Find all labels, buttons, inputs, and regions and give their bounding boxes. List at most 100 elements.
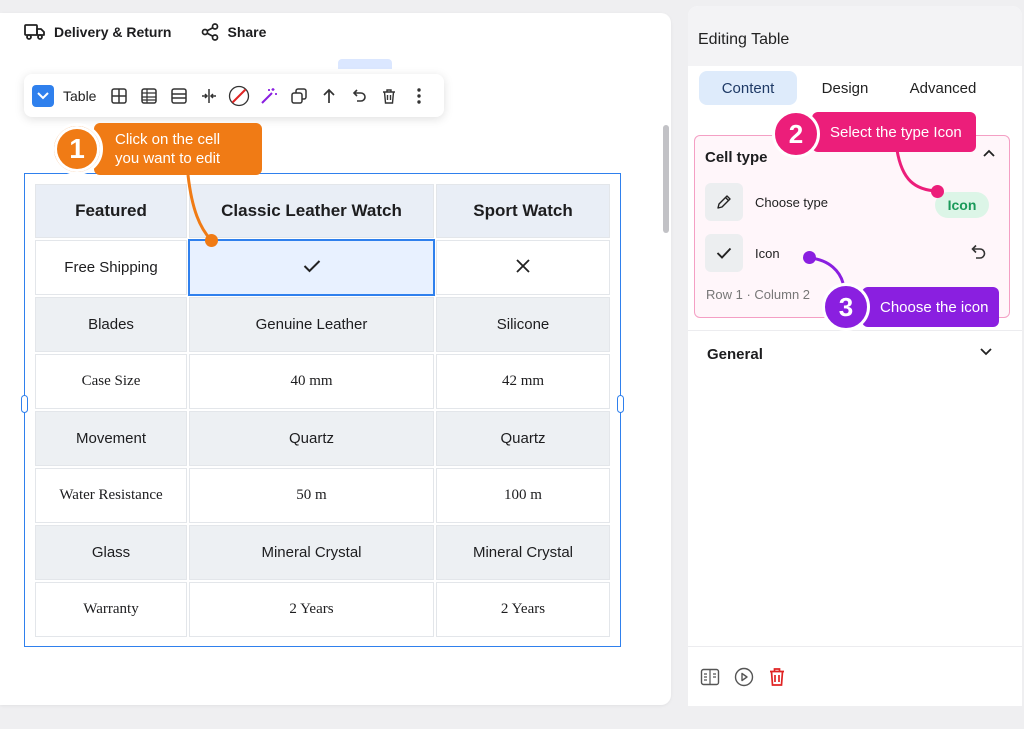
table-grid-icon xyxy=(111,87,128,104)
split-cell-button[interactable] xyxy=(194,81,224,111)
editing-panel: Editing Table Content Design Advanced Ce… xyxy=(688,6,1022,706)
table-cell[interactable]: Mineral Crystal xyxy=(189,525,434,580)
cell-type-header[interactable]: Cell type xyxy=(705,149,768,166)
general-label: General xyxy=(707,346,763,363)
table-row: Warranty 2 Years 2 Years xyxy=(35,582,610,637)
type-value-pill[interactable]: Icon xyxy=(935,192,989,218)
callout-step-3: Choose the icon xyxy=(862,287,999,327)
table-cell[interactable]: Glass xyxy=(35,525,187,580)
comparison-table: Featured Classic Leather Watch Sport Wat… xyxy=(33,182,612,639)
table-select-checkbox[interactable] xyxy=(32,84,54,107)
table-cell[interactable]: Quartz xyxy=(436,411,610,466)
callout-step-1: Click on the cell you want to edit xyxy=(94,123,262,175)
ai-magic-button[interactable] xyxy=(254,81,284,111)
callout-step-2: Select the type Icon xyxy=(812,112,976,152)
panel-title: Editing Table xyxy=(698,31,790,48)
check-icon xyxy=(303,259,320,272)
undo-button[interactable] xyxy=(344,81,374,111)
delete-button[interactable] xyxy=(374,81,404,111)
chevron-up-icon[interactable] xyxy=(983,149,995,157)
callout-3-dot xyxy=(803,251,816,264)
table-cell[interactable]: 2 Years xyxy=(189,582,434,637)
table-cell[interactable]: Warranty xyxy=(35,582,187,637)
table-cell[interactable]: Case Size xyxy=(35,354,187,409)
table-cell[interactable]: 50 m xyxy=(189,468,434,523)
tab-design[interactable]: Design xyxy=(797,71,893,105)
table-row: Glass Mineral Crystal Mineral Crystal xyxy=(35,525,610,580)
choose-type-icon-box xyxy=(705,183,743,221)
panel-footer xyxy=(688,646,1022,706)
header-cell[interactable]: Sport Watch xyxy=(436,184,610,238)
resize-handle-left[interactable] xyxy=(21,395,28,413)
close-icon xyxy=(516,258,530,273)
table-cell[interactable]: Genuine Leather xyxy=(189,297,434,352)
callout-1-dot xyxy=(205,234,218,247)
undo-icon xyxy=(353,88,367,102)
panel-tabs: Content Design Advanced xyxy=(699,71,993,105)
delivery-return-label: Delivery & Return xyxy=(54,24,172,40)
trash-icon[interactable] xyxy=(768,667,786,687)
table-cell[interactable]: 2 Years xyxy=(436,582,610,637)
icon-preview-box[interactable] xyxy=(705,234,743,272)
callout-2-dot xyxy=(931,185,944,198)
duplicate-button[interactable] xyxy=(284,81,314,111)
tab-content[interactable]: Content xyxy=(699,71,797,105)
share-link[interactable]: Share xyxy=(201,23,266,41)
header-cell[interactable]: Classic Leather Watch xyxy=(189,184,434,238)
table-rows-button[interactable] xyxy=(164,81,194,111)
resize-handle-right[interactable] xyxy=(617,395,624,413)
table-cell[interactable]: Mineral Crystal xyxy=(436,525,610,580)
chevron-down-icon xyxy=(37,91,49,99)
header-cell[interactable]: Featured xyxy=(35,184,187,238)
table-header-row: Featured Classic Leather Watch Sport Wat… xyxy=(35,184,610,238)
table-cell[interactable]: 40 mm xyxy=(189,354,434,409)
more-vertical-icon xyxy=(417,87,422,104)
table-row: Free Shipping xyxy=(35,239,610,296)
table-cell[interactable]: Blades xyxy=(35,297,187,352)
share-icon xyxy=(202,23,219,41)
table-cell[interactable]: Quartz xyxy=(189,411,434,466)
table-row: Movement Quartz Quartz xyxy=(35,411,610,466)
icon-row[interactable]: Icon xyxy=(705,233,995,273)
callout-1-line-1: Click on the cell xyxy=(115,131,221,148)
callout-1-line-2: you want to edit xyxy=(115,150,221,167)
table-row: Case Size 40 mm 42 mm xyxy=(35,354,610,409)
icon-label: Icon xyxy=(755,245,780,261)
callout-3-text: Choose the icon xyxy=(880,298,989,316)
check-icon xyxy=(716,247,732,259)
table-grid-button[interactable] xyxy=(104,81,134,111)
play-icon[interactable] xyxy=(734,667,754,687)
arrow-up-icon xyxy=(323,88,336,103)
table-cell[interactable]: 42 mm xyxy=(436,354,610,409)
delivery-return-link[interactable]: Delivery & Return xyxy=(24,23,171,41)
share-label: Share xyxy=(227,24,267,40)
magic-wand-icon xyxy=(261,87,278,104)
table-toolbar: Table xyxy=(24,74,444,117)
clear-style-button[interactable] xyxy=(224,81,254,111)
general-section[interactable]: General xyxy=(688,330,1022,380)
pencil-icon xyxy=(717,195,731,209)
move-up-button[interactable] xyxy=(314,81,344,111)
table-cell[interactable]: Free Shipping xyxy=(35,240,187,295)
table-rows-icon xyxy=(171,87,188,104)
callout-2-text: Select the type Icon xyxy=(830,123,962,141)
scrollbar-thumb[interactable] xyxy=(663,125,669,233)
table-cell[interactable]: 100 m xyxy=(436,468,610,523)
step-2-badge: 2 xyxy=(772,110,820,158)
trash-icon xyxy=(383,88,396,104)
book-icon[interactable] xyxy=(700,668,720,686)
tab-advanced[interactable]: Advanced xyxy=(893,71,993,105)
table-cell-selected[interactable] xyxy=(188,239,435,296)
more-options-button[interactable] xyxy=(404,81,434,111)
table-columns-button[interactable] xyxy=(134,81,164,111)
chevron-down-icon xyxy=(980,348,992,356)
table-cell[interactable]: Water Resistance xyxy=(35,468,187,523)
table-cell[interactable] xyxy=(436,240,610,295)
reset-icon[interactable] xyxy=(969,243,987,261)
choose-type-label: Choose type xyxy=(755,194,828,210)
table-cell[interactable]: Silicone xyxy=(436,297,610,352)
choose-type-row[interactable]: Choose type Icon xyxy=(705,182,995,222)
toolbar-tab-indicator xyxy=(338,59,392,69)
table-cell[interactable]: Movement xyxy=(35,411,187,466)
topbar: Delivery & Return Share xyxy=(24,23,266,41)
